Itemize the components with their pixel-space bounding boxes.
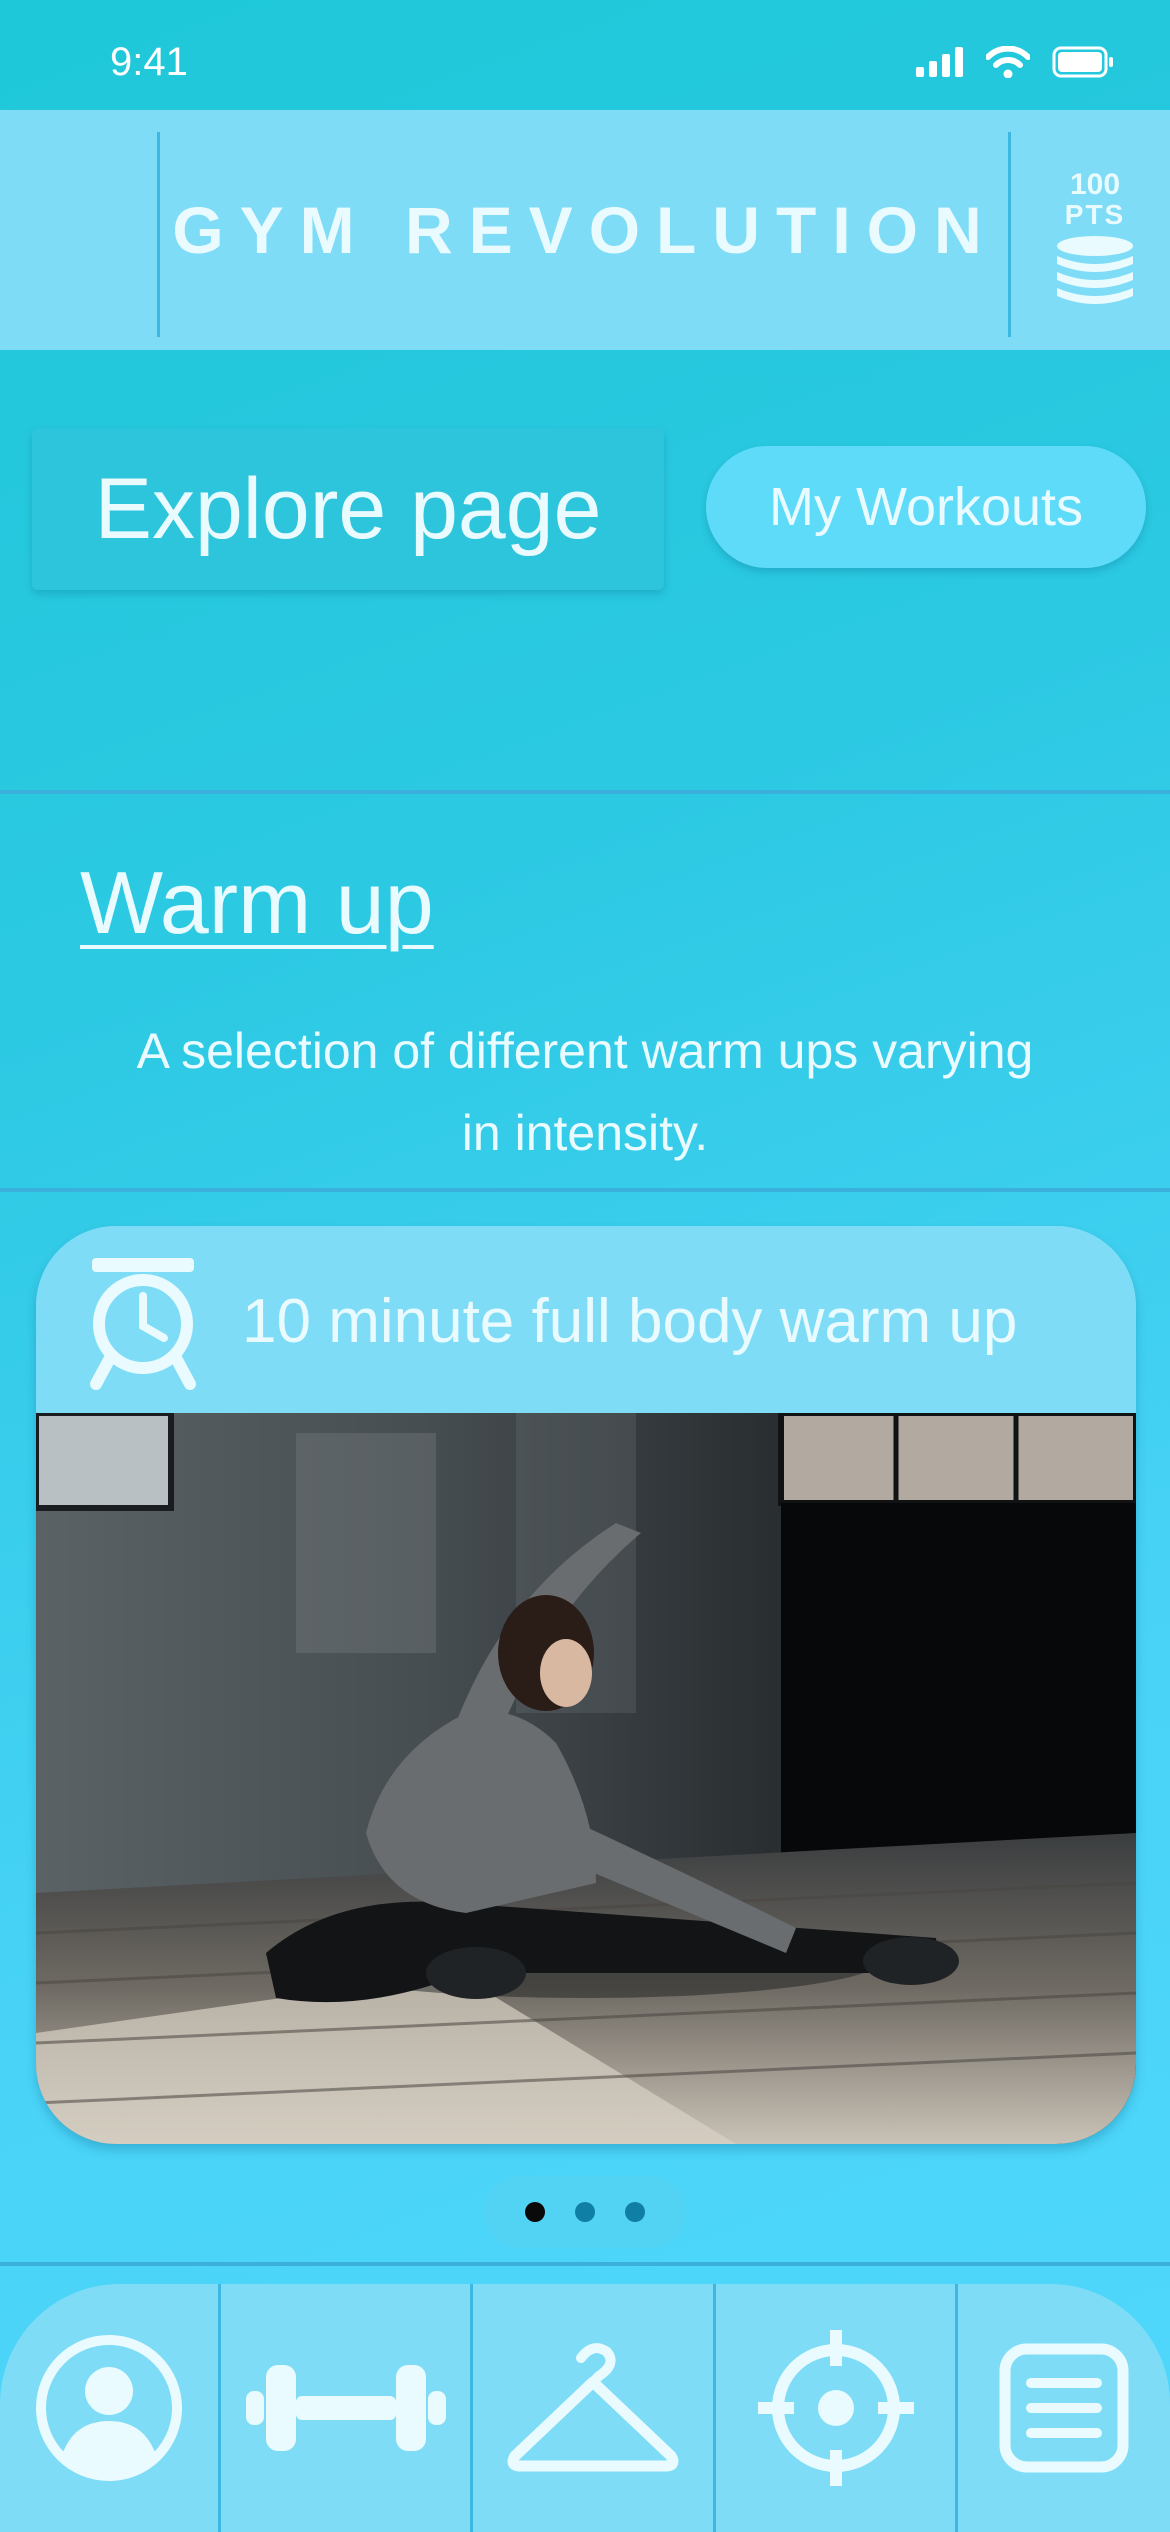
points-badge[interactable]: 100 PTS bbox=[1040, 170, 1150, 315]
workout-card[interactable]: 10 minute full body warm up bbox=[36, 1226, 1136, 2144]
bottom-nav bbox=[0, 2284, 1170, 2532]
signal-icon bbox=[916, 47, 963, 77]
card-title: 10 minute full body warm up bbox=[242, 1287, 1018, 1356]
alarm-clock-icon bbox=[90, 1258, 196, 1390]
wifi-icon bbox=[986, 46, 1030, 78]
points-value: 100 bbox=[1069, 168, 1121, 201]
tab-my-workouts[interactable]: My Workouts bbox=[706, 446, 1146, 568]
section-title[interactable]: Warm up bbox=[80, 852, 434, 954]
coins-icon bbox=[1057, 236, 1133, 304]
section-divider bbox=[0, 1188, 1170, 1192]
page-indicator[interactable] bbox=[484, 2176, 686, 2248]
app-header: GYM REVOLUTION 100 PTS bbox=[0, 110, 1170, 350]
profile-icon bbox=[36, 2335, 182, 2481]
nav-workouts[interactable] bbox=[221, 2284, 470, 2532]
dumbbell-icon bbox=[245, 2365, 446, 2451]
battery-icon bbox=[1052, 46, 1113, 78]
nav-divider bbox=[0, 2262, 1170, 2266]
nav-profile[interactable] bbox=[0, 2284, 218, 2532]
target-icon bbox=[757, 2330, 914, 2486]
section-description: A selection of different warm ups varyin… bbox=[136, 1023, 1034, 1161]
nav-goals[interactable] bbox=[716, 2284, 955, 2532]
workout-photo bbox=[36, 1413, 1136, 2144]
section-divider bbox=[0, 790, 1170, 794]
tab-explore[interactable]: Explore page bbox=[32, 428, 664, 590]
card-header: 10 minute full body warm up bbox=[36, 1226, 1136, 1413]
status-time: 9:41 bbox=[110, 40, 188, 84]
app-title: GYM REVOLUTION bbox=[172, 193, 998, 267]
hanger-icon bbox=[507, 2343, 679, 2472]
notes-icon bbox=[999, 2343, 1129, 2473]
page-dot[interactable] bbox=[575, 2202, 595, 2222]
status-icons bbox=[916, 42, 1114, 82]
points-unit: PTS bbox=[1064, 199, 1126, 230]
nav-wardrobe[interactable] bbox=[473, 2284, 713, 2532]
nav-notes[interactable] bbox=[958, 2284, 1170, 2532]
page-dot[interactable] bbox=[625, 2202, 645, 2222]
page-dot-active[interactable] bbox=[525, 2202, 545, 2222]
